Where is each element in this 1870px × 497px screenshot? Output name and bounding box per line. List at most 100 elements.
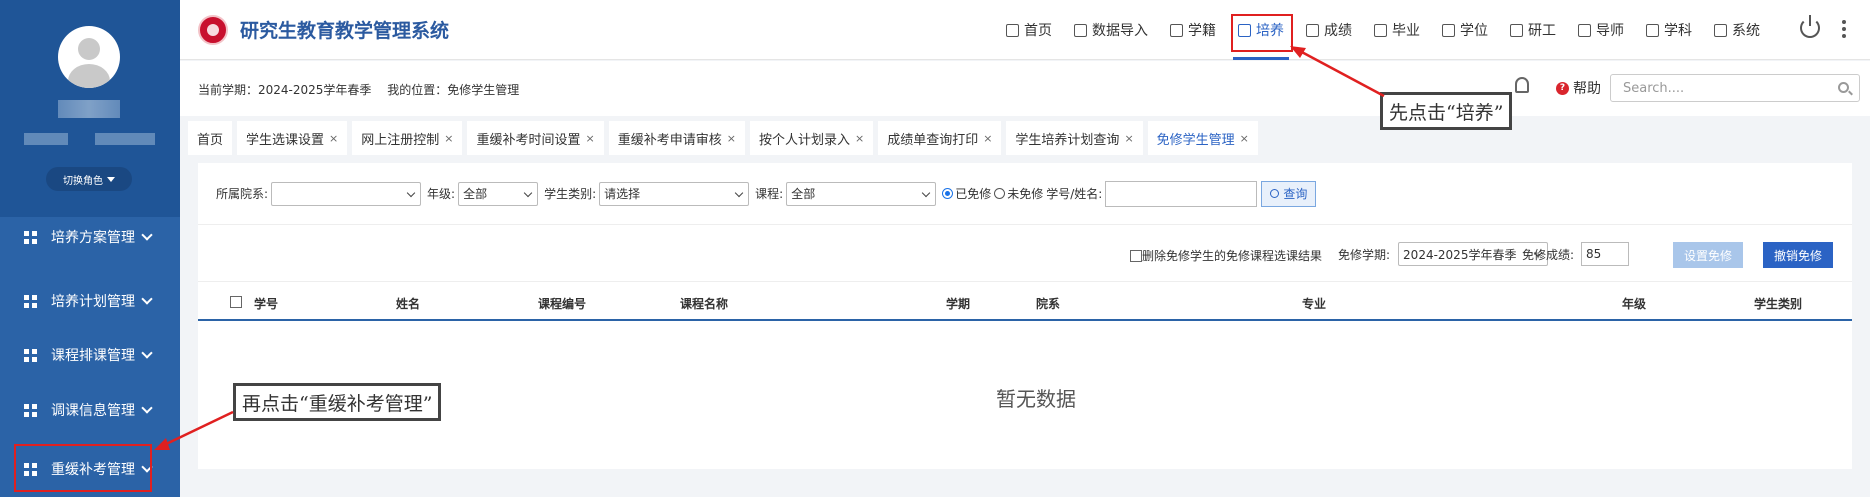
nav-label: 系统	[1732, 23, 1760, 39]
id-name-input[interactable]	[1105, 180, 1258, 207]
close-icon[interactable]: ×	[586, 132, 595, 145]
close-icon[interactable]: ×	[444, 132, 453, 145]
power-icon[interactable]	[1800, 15, 1820, 38]
sidebar-item-label: 培养计划管理	[51, 294, 135, 310]
column-header[interactable]: 学生类别	[1754, 295, 1802, 312]
bell-icon[interactable]	[1515, 77, 1529, 93]
nav-student-status[interactable]: 学籍	[1159, 0, 1227, 60]
chevron-down-icon	[734, 188, 744, 197]
chevron-down-icon	[141, 293, 153, 305]
nav-label: 学籍	[1188, 23, 1216, 39]
nav-degree[interactable]: 学位	[1431, 0, 1499, 60]
column-header[interactable]: 专业	[1302, 295, 1326, 312]
more-vertical-icon[interactable]	[1842, 20, 1846, 38]
tab-course-selection[interactable]: 学生选课设置 ×	[237, 121, 348, 155]
id-card-icon	[1170, 23, 1183, 37]
column-header[interactable]: 姓名	[396, 295, 420, 312]
radio-exempt[interactable]	[942, 188, 954, 199]
column-header[interactable]: 课程名称	[680, 295, 728, 312]
tab-personal-plan-entry[interactable]: 按个人计划录入 ×	[749, 121, 874, 155]
close-icon[interactable]: ×	[727, 132, 736, 145]
grid-icon	[24, 403, 37, 417]
column-header[interactable]: 课程编号	[538, 295, 586, 312]
exempt-score-input[interactable]: 85	[1581, 242, 1630, 266]
dept-label: 所属院系:	[216, 187, 269, 201]
nav-label: 成绩	[1324, 23, 1352, 39]
close-icon[interactable]: ×	[1240, 132, 1249, 145]
nav-discipline[interactable]: 学科	[1635, 0, 1703, 60]
select-value: 请选择	[604, 187, 641, 201]
close-icon[interactable]: ×	[855, 132, 864, 145]
select-all-checkbox[interactable]	[230, 296, 242, 308]
nav-label: 导师	[1596, 23, 1624, 39]
current-term: 当前学期：2024-2025学年春季	[198, 83, 372, 97]
table-header: 学号 姓名 课程编号 课程名称 学期 院系 专业 年级 学生类别	[198, 283, 1852, 321]
dept-select[interactable]	[271, 181, 422, 206]
query-button[interactable]: 查询	[1261, 180, 1317, 207]
delete-results-checkbox[interactable]	[1130, 249, 1142, 262]
chevron-down-icon	[141, 347, 153, 359]
tab-label: 学生选课设置	[246, 132, 325, 148]
select-value: 全部	[463, 187, 488, 201]
top-header: 研究生教育教学管理系统 首页 数据导入 学籍 培养 成绩 毕业 学位 研工 导师…	[180, 0, 1870, 60]
exempt-score-label: 免修成绩:	[1522, 247, 1575, 262]
tab-label: 网上注册控制	[361, 132, 440, 148]
tab-retake-review[interactable]: 重缓补考申请审核 ×	[608, 121, 745, 155]
building-icon	[1374, 23, 1387, 37]
tab-home[interactable]: 首页	[188, 121, 233, 155]
tab-label: 成绩单查询打印	[887, 132, 979, 148]
gear-icon	[1510, 23, 1523, 37]
user-info-blurred	[95, 133, 155, 145]
caret-down-icon	[107, 176, 115, 182]
page-tabs: 首页 学生选课设置 × 网上注册控制 × 重缓补考时间设置 × 重缓补考申请审核 × 按…	[188, 121, 1263, 155]
question-icon: ?	[1556, 81, 1569, 95]
tab-exemption[interactable]: 免修学生管理 ×	[1147, 121, 1258, 155]
annotation-highlight-retake	[14, 444, 152, 492]
switch-role-button[interactable]: 切换角色	[46, 167, 132, 191]
close-icon[interactable]: ×	[983, 132, 992, 145]
switch-role-label: 切换角色	[63, 175, 103, 187]
tab-plan-query[interactable]: 学生培养计划查询 ×	[1006, 121, 1143, 155]
sidebar-item-course-adjustment[interactable]: 调课信息管理	[0, 387, 180, 433]
tab-registration[interactable]: 网上注册控制 ×	[352, 121, 463, 155]
nav-system[interactable]: 系统	[1703, 0, 1771, 60]
avatar	[58, 26, 120, 88]
tab-label: 学生培养计划查询	[1015, 132, 1120, 148]
radio-not-exempt-label: 未免修	[1007, 187, 1044, 201]
nav-supervisor[interactable]: 导师	[1567, 0, 1635, 60]
id-name-label: 学号/姓名:	[1046, 187, 1103, 201]
column-header[interactable]: 院系	[1036, 295, 1060, 312]
user-name-blurred	[58, 100, 120, 118]
column-header[interactable]: 学号	[254, 295, 278, 312]
delete-results-option[interactable]: 删除免修学生的免修课程选课结果	[1130, 247, 1322, 264]
sidebar-item-training-plan[interactable]: 培养计划管理	[0, 278, 180, 324]
bar-icon	[1646, 23, 1659, 37]
help-link[interactable]: ? 帮助	[1556, 78, 1601, 98]
tab-retake-time[interactable]: 重缓补考时间设置 ×	[467, 121, 604, 155]
column-header[interactable]: 年级	[1622, 295, 1646, 312]
annotation-callout-step2: 再点击“重缓补考管理”	[233, 383, 442, 421]
tab-transcript[interactable]: 成绩单查询打印 ×	[878, 121, 1002, 155]
radio-not-exempt[interactable]	[994, 188, 1006, 199]
search-icon[interactable]	[1838, 82, 1849, 93]
cancel-exemption-button[interactable]: 撤销免修	[1763, 242, 1833, 268]
set-exemption-button[interactable]: 设置免修	[1673, 242, 1743, 268]
filter-bar: 所属院系: 年级: 全部 学生类别: 请选择 课程: 全部 已免修 未免修 学号…	[198, 163, 1852, 225]
column-header[interactable]: 学期	[946, 295, 970, 312]
nav-data-import[interactable]: 数据导入	[1063, 0, 1159, 60]
current-location: 我的位置：免修学生管理	[387, 83, 520, 97]
close-icon[interactable]: ×	[1124, 132, 1133, 145]
grade-select[interactable]: 全部	[458, 181, 539, 206]
sidebar-item-training-scheme[interactable]: 培养方案管理	[0, 214, 180, 260]
import-icon	[1074, 23, 1087, 37]
nav-research-work[interactable]: 研工	[1499, 0, 1567, 60]
nav-scores[interactable]: 成绩	[1295, 0, 1363, 60]
course-select[interactable]: 全部	[786, 181, 937, 206]
close-icon[interactable]: ×	[329, 132, 338, 145]
search-input[interactable]: Search....	[1610, 74, 1860, 102]
nav-graduation[interactable]: 毕业	[1363, 0, 1431, 60]
student-type-select[interactable]: 请选择	[599, 181, 750, 206]
nav-home[interactable]: 首页	[995, 0, 1063, 60]
search-placeholder: Search....	[1623, 80, 1685, 96]
sidebar-item-course-scheduling[interactable]: 课程排课管理	[0, 332, 180, 378]
